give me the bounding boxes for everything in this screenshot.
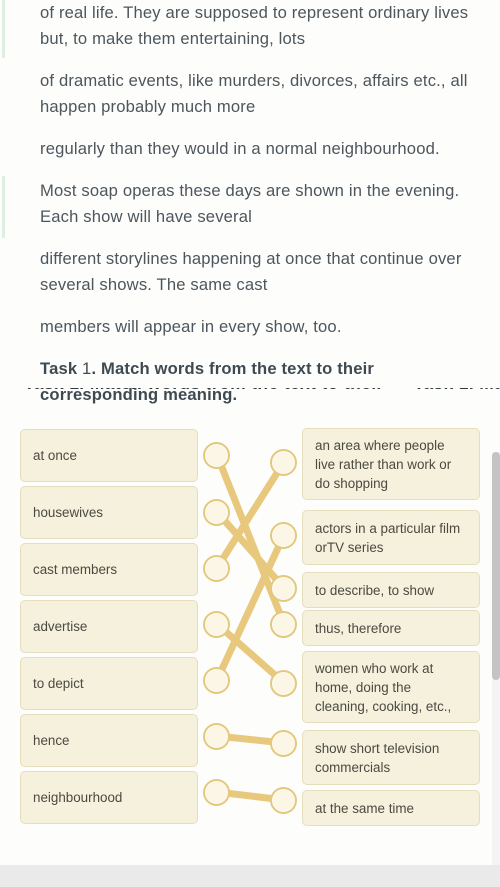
right-card-label: show short television commercials — [315, 740, 440, 775]
right-card-0[interactable]: an area where people live rather than wo… — [302, 428, 480, 500]
left-card-5[interactable]: hence — [20, 714, 198, 767]
right-card-label: an area where people live rather than wo… — [315, 437, 452, 491]
right-card-label: thus, therefore — [315, 620, 402, 636]
clipped-heading-right: Task 1. Match words from the text to the… — [414, 388, 500, 393]
right-card-6[interactable]: at the same time — [302, 790, 480, 826]
left-card-label: at once — [33, 448, 77, 463]
left-dot-5[interactable] — [203, 723, 230, 750]
left-card-0[interactable]: at once — [20, 429, 198, 482]
left-dot-6[interactable] — [203, 779, 230, 806]
left-accent-rail-top — [2, 0, 5, 58]
right-dot-6[interactable] — [270, 787, 297, 814]
article-text: of real life. They are supposed to repre… — [40, 0, 472, 408]
left-card-4[interactable]: to depict — [20, 657, 198, 710]
right-card-1[interactable]: actors in a particular film orTV series — [302, 510, 480, 565]
paragraph-6: members will appear in every show, too. — [40, 317, 342, 336]
left-card-label: housewives — [33, 505, 103, 520]
right-card-label: at the same time — [315, 800, 414, 816]
right-card-label: actors in a particular film orTV series — [315, 520, 461, 555]
left-card-label: to depict — [33, 676, 84, 691]
left-dot-2[interactable] — [203, 555, 230, 582]
left-card-label: hence — [33, 733, 70, 748]
clipped-heading-inner: Task 1. Match words from the text to the… — [24, 388, 500, 394]
left-dot-3[interactable] — [203, 611, 230, 638]
paragraph-4: Most soap operas these days are shown in… — [40, 181, 460, 226]
right-card-5[interactable]: show short television commercials — [302, 730, 480, 785]
paragraph-2: of dramatic events, like murders, divorc… — [40, 71, 468, 116]
clipped-heading-left: Task 1. Match words from the text to the… — [24, 388, 384, 393]
right-dot-0[interactable] — [270, 449, 297, 476]
right-card-3[interactable]: thus, therefore — [302, 610, 480, 646]
connection-line-4 — [213, 531, 288, 684]
matching-exercise: at once housewives cast members advertise to… — [0, 420, 500, 826]
left-card-3[interactable]: advertise — [20, 600, 198, 653]
task-label: Task — [40, 359, 83, 378]
left-dot-4[interactable] — [203, 667, 230, 694]
left-card-2[interactable]: cast members — [20, 543, 198, 596]
right-dot-3[interactable] — [270, 611, 297, 638]
left-card-label: neighbourhood — [33, 790, 123, 805]
left-dot-1[interactable] — [203, 499, 230, 526]
left-card-label: advertise — [33, 619, 88, 634]
clipped-heading-strip: Task 1. Match words from the text to the… — [0, 388, 500, 401]
paragraph-5: different storylines happening at once t… — [40, 249, 462, 294]
left-dot-0[interactable] — [203, 442, 230, 469]
left-accent-rail-bottom — [2, 176, 5, 238]
right-dot-2[interactable] — [270, 575, 297, 602]
right-dot-1[interactable] — [270, 522, 297, 549]
left-card-label: cast members — [33, 562, 118, 577]
page-root: of real life. They are supposed to repre… — [0, 0, 500, 887]
scrollbar-thumb[interactable] — [492, 452, 500, 680]
left-card-6[interactable]: neighbourhood — [20, 771, 198, 824]
right-dot-4[interactable] — [270, 670, 297, 697]
right-card-label: to describe, to show — [315, 582, 435, 598]
right-card-4[interactable]: women who work at home, doing the cleani… — [302, 651, 480, 723]
right-card-label: women who work at home, doing the cleani… — [315, 660, 452, 714]
paragraph-3: regularly than they would in a normal ne… — [40, 139, 440, 158]
right-card-2[interactable]: to describe, to show — [302, 572, 480, 608]
bottom-bar — [0, 865, 500, 887]
right-dot-5[interactable] — [270, 730, 297, 757]
paragraph-1: of real life. They are supposed to repre… — [40, 3, 469, 48]
left-card-1[interactable]: housewives — [20, 486, 198, 539]
